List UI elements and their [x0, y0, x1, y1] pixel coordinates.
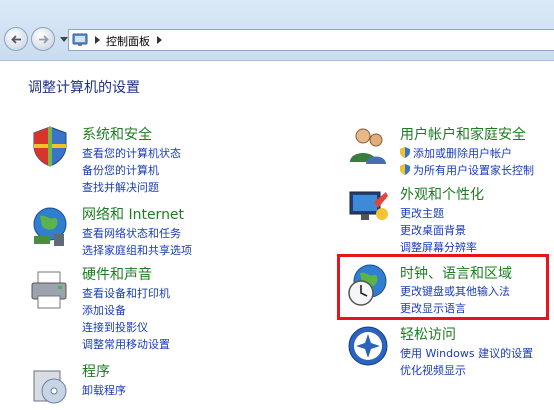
link-windows-recommended[interactable]: 使用 Windows 建议的设置 — [400, 345, 533, 361]
link-add-device[interactable]: 添加设备 — [82, 302, 126, 318]
users-icon — [350, 128, 386, 164]
recent-pages-dropdown[interactable] — [60, 37, 68, 42]
address-bar[interactable]: 控制面板 — [68, 29, 554, 51]
forward-button[interactable] — [31, 27, 55, 51]
link-parental-controls[interactable]: 为所有用户设置家长控制 — [400, 162, 534, 178]
back-arrow-icon — [11, 35, 21, 44]
category-title[interactable]: 轻松访问 — [400, 324, 456, 344]
link-network-status[interactable]: 查看网络状态和任务 — [82, 225, 181, 241]
uac-shield-icon — [400, 164, 410, 175]
category-user-accounts: 用户帐户和家庭安全 添加或删除用户帐户 为所有用户设置家长控制 — [346, 124, 551, 180]
globe-network-icon — [33, 207, 67, 246]
breadcrumb-separator[interactable] — [95, 36, 100, 44]
category-title[interactable]: 硬件和声音 — [82, 264, 152, 284]
appearance-icon — [349, 191, 388, 220]
breadcrumb-separator[interactable] — [157, 36, 162, 44]
category-ease-of-access: 轻松访问 使用 Windows 建议的设置 优化视频显示 — [346, 324, 551, 380]
link-change-theme[interactable]: 更改主题 — [400, 205, 444, 221]
page-title: 调整计算机的设置 — [28, 80, 140, 96]
highlight-box — [337, 254, 549, 320]
link-mobility-settings[interactable]: 调整常用移动设置 — [82, 336, 170, 352]
category-appearance: 外观和个性化 更改主题 更改桌面背景 调整屏幕分辨率 — [346, 184, 551, 256]
link-backup-computer[interactable]: 备份您的计算机 — [82, 162, 159, 178]
category-title[interactable]: 系统和安全 — [82, 124, 152, 144]
shield-flag-icon — [33, 126, 67, 167]
forward-arrow-icon — [39, 35, 49, 44]
link-desktop-background[interactable]: 更改桌面背景 — [400, 222, 466, 238]
link-label: 为所有用户设置家长控制 — [413, 164, 534, 177]
link-troubleshoot[interactable]: 查找并解决问题 — [82, 179, 159, 195]
uac-shield-icon — [400, 147, 410, 158]
back-button[interactable] — [4, 27, 28, 51]
category-title[interactable]: 程序 — [82, 361, 110, 381]
printer-icon — [31, 271, 67, 309]
link-devices-printers[interactable]: 查看设备和打印机 — [82, 285, 170, 301]
category-system-security: 系统和安全 查看您的计算机状态 备份您的计算机 查找并解决问题 — [28, 124, 288, 196]
breadcrumb-control-panel[interactable]: 控制面板 — [106, 33, 150, 49]
link-view-computer-status[interactable]: 查看您的计算机状态 — [82, 145, 181, 161]
programs-icon — [33, 370, 67, 404]
link-uninstall-program[interactable]: 卸载程序 — [82, 382, 126, 398]
category-title[interactable]: 外观和个性化 — [400, 184, 484, 204]
control-panel-icon — [72, 33, 88, 46]
category-title[interactable]: 用户帐户和家庭安全 — [400, 124, 526, 144]
content-area: 调整计算机的设置 系统和安全 查看您的计算机状态 备份您的计算机 查找并解决问题… — [0, 61, 554, 410]
link-optimize-video[interactable]: 优化视频显示 — [400, 362, 466, 378]
category-title[interactable]: 网络和 Internet — [82, 204, 184, 224]
link-connect-projector[interactable]: 连接到投影仪 — [82, 319, 148, 335]
category-hardware-sound: 硬件和声音 查看设备和打印机 添加设备 连接到投影仪 调整常用移动设置 — [28, 264, 288, 354]
link-homegroup-sharing[interactable]: 选择家庭组和共享选项 — [82, 242, 192, 258]
link-add-remove-accounts[interactable]: 添加或删除用户帐户 — [400, 145, 512, 161]
category-network-internet: 网络和 Internet 查看网络状态和任务 选择家庭组和共享选项 — [28, 204, 288, 260]
address-toolbar: 控制面板 — [0, 0, 554, 61]
link-screen-resolution[interactable]: 调整屏幕分辨率 — [400, 239, 477, 255]
category-programs: 程序 卸载程序 — [28, 361, 288, 410]
link-label: 添加或删除用户帐户 — [413, 147, 512, 160]
ease-of-access-icon — [348, 326, 388, 366]
